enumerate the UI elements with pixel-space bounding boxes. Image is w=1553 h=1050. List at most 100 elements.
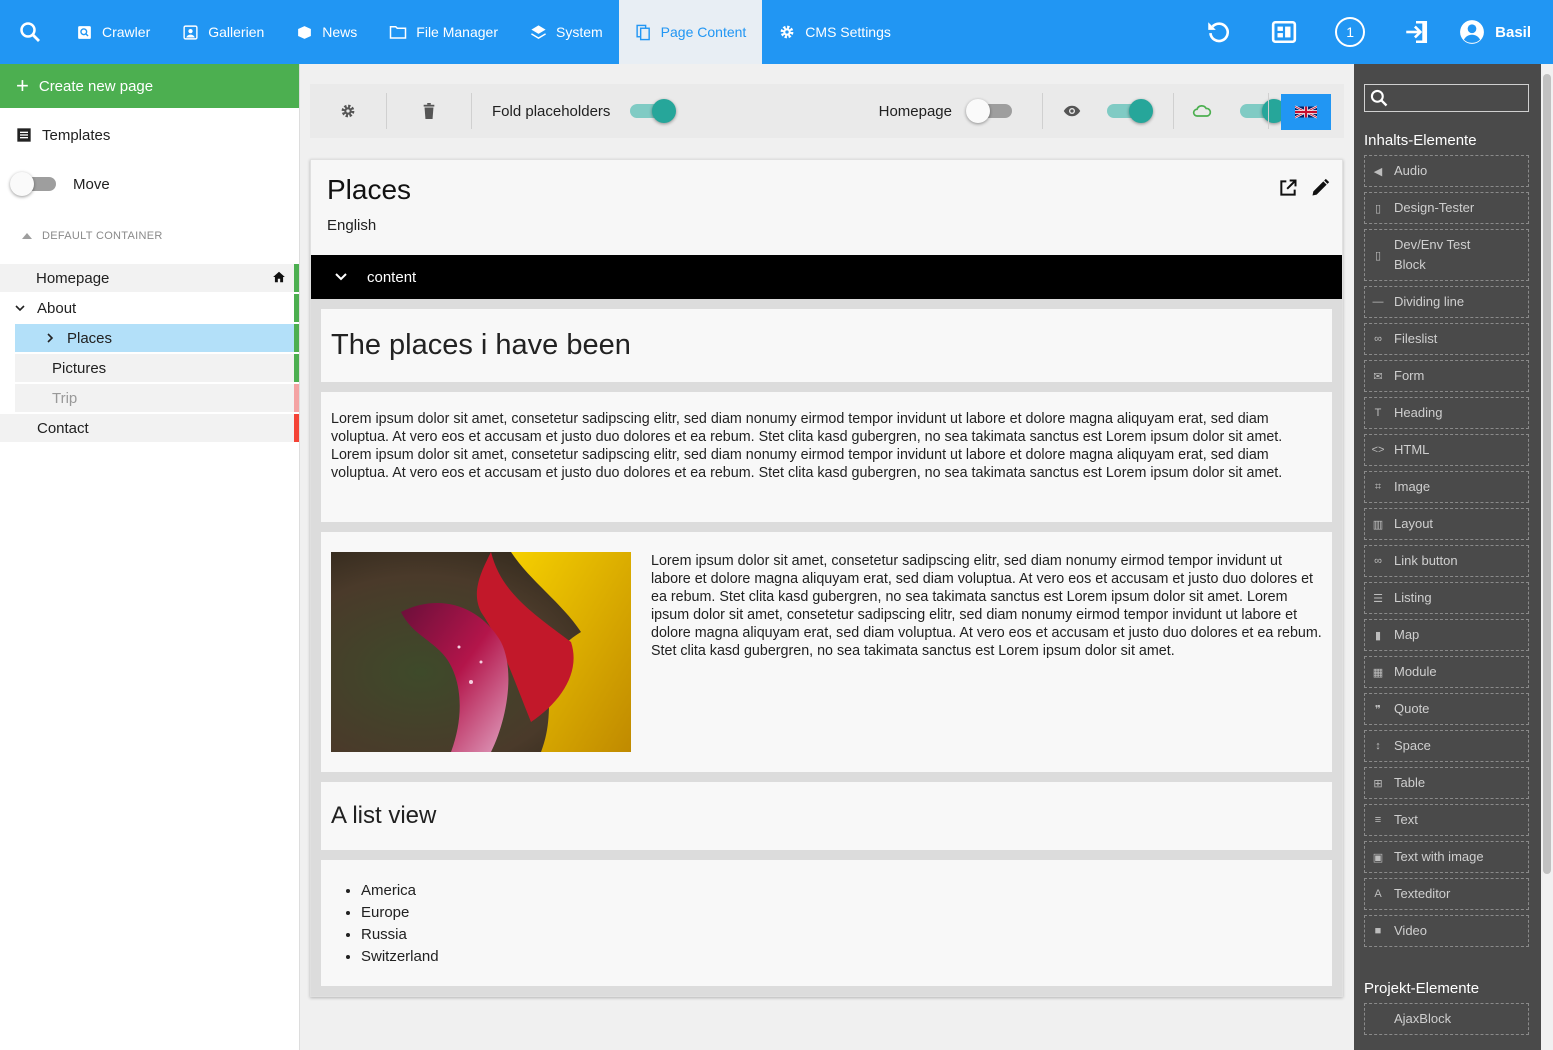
nav-news[interactable]: News	[280, 0, 373, 64]
element-html[interactable]: <> HTML	[1364, 434, 1529, 466]
element-audio[interactable]: ◀ Audio	[1364, 155, 1529, 187]
text-size-icon: T	[1374, 407, 1382, 419]
chevron-down-icon[interactable]	[335, 270, 347, 284]
nav-cms-settings[interactable]: CMS Settings	[762, 0, 907, 64]
page-settings-button[interactable]	[310, 84, 386, 138]
language-button[interactable]	[1281, 94, 1331, 130]
project-elements-heading: Projekt-Elemente	[1364, 980, 1480, 997]
undo-icon	[1208, 22, 1230, 43]
visibility-toggle[interactable]	[1107, 99, 1153, 123]
tree-item-trip[interactable]: Trip	[15, 384, 299, 412]
search-button[interactable]	[0, 0, 60, 64]
element-table[interactable]: ⊞ Table	[1364, 767, 1529, 799]
publish-toggle[interactable]	[1240, 99, 1286, 123]
element-map[interactable]: ▮ Map	[1364, 619, 1529, 651]
nav-file-manager-label: File Manager	[416, 24, 498, 40]
logout-button[interactable]	[1383, 0, 1449, 64]
tree-item-contact[interactable]: Contact	[0, 414, 299, 442]
module-icon: ▦	[1372, 666, 1384, 679]
element-image[interactable]: ⌗ Image	[1364, 471, 1529, 503]
element-dev-env-test-block[interactable]: ▯ Dev/Env Test Block	[1364, 229, 1529, 281]
element-listing[interactable]: ☰ Listing	[1364, 582, 1529, 614]
move-toggle[interactable]	[10, 172, 56, 196]
news-icon	[298, 25, 312, 39]
move-toggle-row: Move	[0, 162, 299, 206]
cloud-icon	[1192, 105, 1212, 117]
text-with-image-block[interactable]: Lorem ipsum dolor sit amet, consetetur s…	[321, 532, 1332, 772]
content-elements-list: ◀ Audio ▯ Design-Tester ▯ Dev/Env Test Bloc…	[1354, 155, 1541, 947]
element-module[interactable]: ▦ Module	[1364, 656, 1529, 688]
heading-block[interactable]: The places i have been	[321, 309, 1332, 382]
edit-pencil-icon[interactable]	[1310, 178, 1330, 198]
block-subheading: A list view	[331, 802, 437, 829]
map-icon: ▮	[1374, 629, 1382, 642]
element-search-input[interactable]	[1364, 84, 1529, 112]
panel-scrollbar[interactable]	[1541, 64, 1553, 1050]
video-icon: ■	[1374, 925, 1382, 937]
fold-placeholders-toggle[interactable]	[630, 99, 677, 123]
crop-icon: ⌗	[1374, 480, 1382, 493]
user-menu[interactable]: Basil	[1449, 19, 1553, 45]
text-icon: ≡	[1374, 814, 1382, 826]
tree-item-places[interactable]: Places	[15, 324, 299, 352]
exit-icon	[1406, 20, 1428, 44]
templates-icon	[17, 128, 31, 142]
main-nav: Crawler Gallerien News File Manager Syst…	[60, 0, 907, 64]
delete-page-button[interactable]	[387, 84, 471, 138]
element-space[interactable]: ↕ Space	[1364, 730, 1529, 762]
element-design-tester[interactable]: ▯ Design-Tester	[1364, 192, 1529, 224]
nav-file-manager[interactable]: File Manager	[373, 0, 514, 64]
element-ajaxblock[interactable]: AjaxBlock	[1364, 1003, 1529, 1035]
element-form[interactable]: ✉ Form	[1364, 360, 1529, 392]
element-heading[interactable]: T Heading	[1364, 397, 1529, 429]
minus-icon: —	[1372, 296, 1384, 308]
list-block[interactable]: America Europe Russia Switzerland	[321, 860, 1332, 986]
element-text[interactable]: ≡ Text	[1364, 804, 1529, 836]
columns-icon: ▥	[1372, 518, 1384, 531]
element-link-button[interactable]: ∞ Link button	[1364, 545, 1529, 577]
open-external-icon[interactable]	[1278, 178, 1298, 198]
subheading-block[interactable]: A list view	[321, 782, 1332, 850]
table-icon: ⊞	[1373, 777, 1383, 790]
element-dividing-line[interactable]: — Dividing line	[1364, 286, 1529, 318]
element-quote[interactable]: ❞ Quote	[1364, 693, 1529, 725]
tester-icon: ▯	[1374, 249, 1382, 262]
templates-button[interactable]: Templates	[0, 108, 299, 162]
undo-button[interactable]	[1185, 0, 1251, 64]
page-header: Places English	[311, 160, 1342, 255]
content-section-header[interactable]: content	[311, 255, 1342, 299]
eye-icon	[1063, 105, 1081, 117]
element-fileslist[interactable]: ∞ Fileslist	[1364, 323, 1529, 355]
tree-item-about[interactable]: About	[0, 294, 299, 322]
nav-gallerien[interactable]: Gallerien	[166, 0, 280, 64]
page-language: English	[327, 217, 377, 234]
top-app-bar: Crawler Gallerien News File Manager Syst…	[0, 0, 1553, 64]
tree-item-homepage[interactable]: Homepage	[0, 264, 299, 292]
create-page-button[interactable]: + Create new page	[0, 64, 299, 108]
code-icon: <>	[1371, 444, 1385, 456]
block-text: Lorem ipsum dolor sit amet, consetetur s…	[331, 411, 1283, 481]
scrollbar-thumb[interactable]	[1543, 74, 1551, 874]
nav-system[interactable]: System	[514, 0, 619, 64]
nav-page-content[interactable]: Page Content	[618, 0, 763, 64]
collapse-arrow-icon	[22, 233, 32, 239]
list-item: Switzerland	[361, 946, 1322, 968]
element-texteditor[interactable]: A Texteditor	[1364, 878, 1529, 910]
element-video[interactable]: ■ Video	[1364, 915, 1529, 947]
homepage-toggle[interactable]	[966, 99, 1012, 123]
chevron-down-icon[interactable]	[12, 304, 28, 312]
notifications-button[interactable]: 1	[1317, 0, 1383, 64]
places-list: America Europe Russia Switzerland	[331, 870, 1322, 976]
toolbar-divider	[471, 93, 472, 129]
chevron-right-icon[interactable]	[42, 333, 58, 343]
dashboard-button[interactable]	[1251, 0, 1317, 64]
element-text-with-image[interactable]: ▣ Text with image	[1364, 841, 1529, 873]
tree-item-pictures[interactable]: Pictures	[15, 354, 299, 382]
gear-icon	[341, 104, 355, 118]
nav-crawler[interactable]: Crawler	[60, 0, 166, 64]
default-container-header[interactable]: DEFAULT CONTAINER	[0, 221, 299, 251]
text-block[interactable]: Lorem ipsum dolor sit amet, consetetur s…	[321, 392, 1332, 522]
templates-label: Templates	[42, 126, 111, 144]
dashboard-icon	[1272, 20, 1297, 44]
element-layout[interactable]: ▥ Layout	[1364, 508, 1529, 540]
